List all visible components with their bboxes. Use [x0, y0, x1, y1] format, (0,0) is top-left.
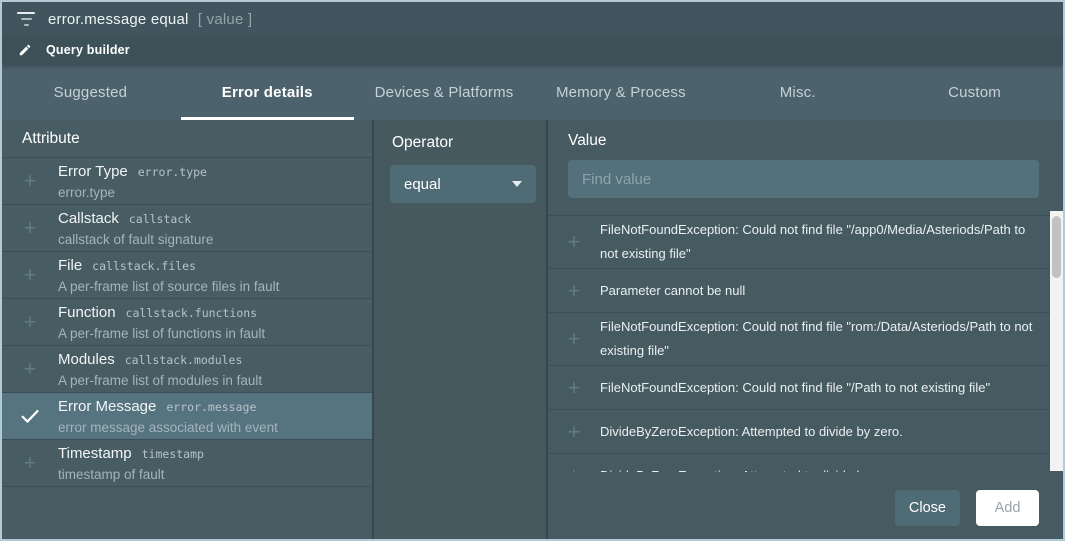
attribute-row-error-type[interactable]: + Error Type error.type error.type: [2, 157, 372, 204]
attribute-code: callstack.functions: [126, 303, 258, 324]
attribute-name: File: [58, 255, 82, 276]
add-value-icon: +: [548, 280, 600, 302]
attribute-description: timestamp of fault: [58, 465, 204, 484]
attribute-name: Timestamp: [58, 443, 132, 464]
add-value-icon: +: [548, 377, 600, 399]
value-suggestion-text: FileNotFoundException: Could not find fi…: [600, 374, 1012, 402]
add-value-icon: +: [548, 328, 600, 350]
tab-suggested[interactable]: Suggested: [2, 64, 179, 120]
attribute-panel-title: Attribute: [2, 120, 372, 157]
attribute-description: error.type: [58, 183, 207, 202]
scrollbar-thumb[interactable]: [1052, 216, 1061, 278]
attribute-description: A per-frame list of modules in fault: [58, 371, 262, 390]
filter-list-icon[interactable]: [16, 12, 36, 26]
tab-error-details[interactable]: Error details: [179, 64, 356, 120]
add-button[interactable]: Add: [976, 490, 1039, 526]
attribute-code: timestamp: [142, 444, 204, 465]
add-value-icon: +: [548, 231, 600, 253]
value-suggestion-text: FileNotFoundException: Could not find fi…: [600, 313, 1063, 365]
attribute-code: error.message: [166, 397, 256, 418]
tab-memory-process[interactable]: Memory & Process: [532, 64, 709, 120]
tab-misc[interactable]: Misc.: [709, 64, 886, 120]
query-summary-value-placeholder: [ value ]: [198, 11, 252, 28]
add-value-icon: +: [548, 421, 600, 443]
value-suggestion-item[interactable]: + FileNotFoundException: Could not find …: [548, 313, 1063, 366]
add-attribute-icon: +: [2, 358, 58, 380]
operator-panel-title: Operator: [392, 134, 546, 152]
attribute-row-timestamp[interactable]: + Timestamp timestamp timestamp of fault: [2, 439, 372, 486]
attribute-name: Callstack: [58, 208, 119, 229]
attribute-description: callstack of fault signature: [58, 230, 213, 249]
add-attribute-icon: +: [2, 311, 58, 333]
attribute-row-file[interactable]: + File callstack.files A per-frame list …: [2, 251, 372, 298]
value-suggestion-item[interactable]: + DivideByZeroException: Attempted to di…: [548, 410, 1063, 454]
query-summary-text: error.message equal [ value ]: [48, 11, 252, 28]
attribute-name: Error Message: [58, 396, 156, 417]
attribute-panel: Attribute + Error Type error.type error.…: [2, 120, 372, 539]
add-attribute-icon: +: [2, 264, 58, 286]
value-list-scrollbar[interactable]: [1050, 211, 1063, 471]
attribute-code: callstack: [129, 209, 191, 230]
dialog-content: Attribute + Error Type error.type error.…: [2, 120, 1063, 539]
value-suggestion-text: Parameter cannot be null: [600, 277, 767, 305]
value-suggestion-text: DivideByZeroException: Attempted to divi…: [600, 418, 925, 446]
attribute-name: Modules: [58, 349, 115, 370]
category-tabs: Suggested Error details Devices & Platfo…: [2, 64, 1063, 120]
tab-devices-platforms[interactable]: Devices & Platforms: [356, 64, 533, 120]
tab-custom[interactable]: Custom: [886, 64, 1063, 120]
add-attribute-icon: +: [2, 452, 58, 474]
query-summary-bar: error.message equal [ value ]: [2, 2, 1063, 36]
attribute-row-modules[interactable]: + Modules callstack.modules A per-frame …: [2, 345, 372, 392]
value-suggestion-text: DivideByZeroException: Attempted to divi…: [600, 462, 921, 473]
value-suggestion-item[interactable]: + FileNotFoundException: Could not find …: [548, 366, 1063, 410]
attribute-row-callstack[interactable]: + Callstack callstack callstack of fault…: [2, 204, 372, 251]
query-summary-main: error.message equal: [48, 11, 189, 28]
attribute-name: Function: [58, 302, 116, 323]
chevron-down-icon: [512, 181, 522, 187]
value-panel-title: Value: [568, 132, 1063, 150]
attribute-code: error.type: [138, 162, 207, 183]
operator-panel: Operator equal: [374, 120, 546, 539]
value-suggestion-list: + FileNotFoundException: Could not find …: [548, 215, 1063, 472]
value-suggestion-item[interactable]: + FileNotFoundException: Could not find …: [548, 216, 1063, 269]
value-suggestion-text: FileNotFoundException: Could not find fi…: [600, 216, 1063, 268]
value-panel: Value + FileNotFoundException: Could not…: [548, 120, 1063, 539]
edit-pencil-icon: [18, 43, 32, 57]
attribute-description: A per-frame list of functions in fault: [58, 324, 265, 343]
add-attribute-icon: +: [2, 217, 58, 239]
query-builder-header: Query builder: [2, 36, 1063, 64]
attribute-row-function[interactable]: + Function callstack.functions A per-fra…: [2, 298, 372, 345]
attribute-description: error message associated with event: [58, 418, 278, 437]
query-builder-title: Query builder: [46, 43, 130, 57]
selected-check-icon: [2, 405, 58, 427]
query-builder-dialog: error.message equal [ value ] Query buil…: [0, 0, 1065, 541]
add-value-icon: +: [548, 465, 600, 473]
operator-selected-value: equal: [404, 176, 512, 193]
add-attribute-icon: +: [2, 170, 58, 192]
attribute-name: Error Type: [58, 161, 128, 182]
find-value-input[interactable]: [568, 160, 1039, 198]
attribute-panel-filler: [2, 486, 372, 539]
attribute-code: callstack.files: [92, 256, 196, 277]
value-suggestion-item[interactable]: + DivideByZeroException: Attempted to di…: [548, 454, 1063, 472]
dialog-footer: Close Add: [895, 490, 1039, 526]
attribute-description: A per-frame list of source files in faul…: [58, 277, 279, 296]
close-button[interactable]: Close: [895, 490, 960, 526]
value-suggestion-item[interactable]: + Parameter cannot be null: [548, 269, 1063, 313]
operator-select[interactable]: equal: [390, 165, 536, 203]
attribute-code: callstack.modules: [125, 350, 243, 371]
attribute-row-error-message[interactable]: Error Message error.message error messag…: [2, 392, 372, 439]
